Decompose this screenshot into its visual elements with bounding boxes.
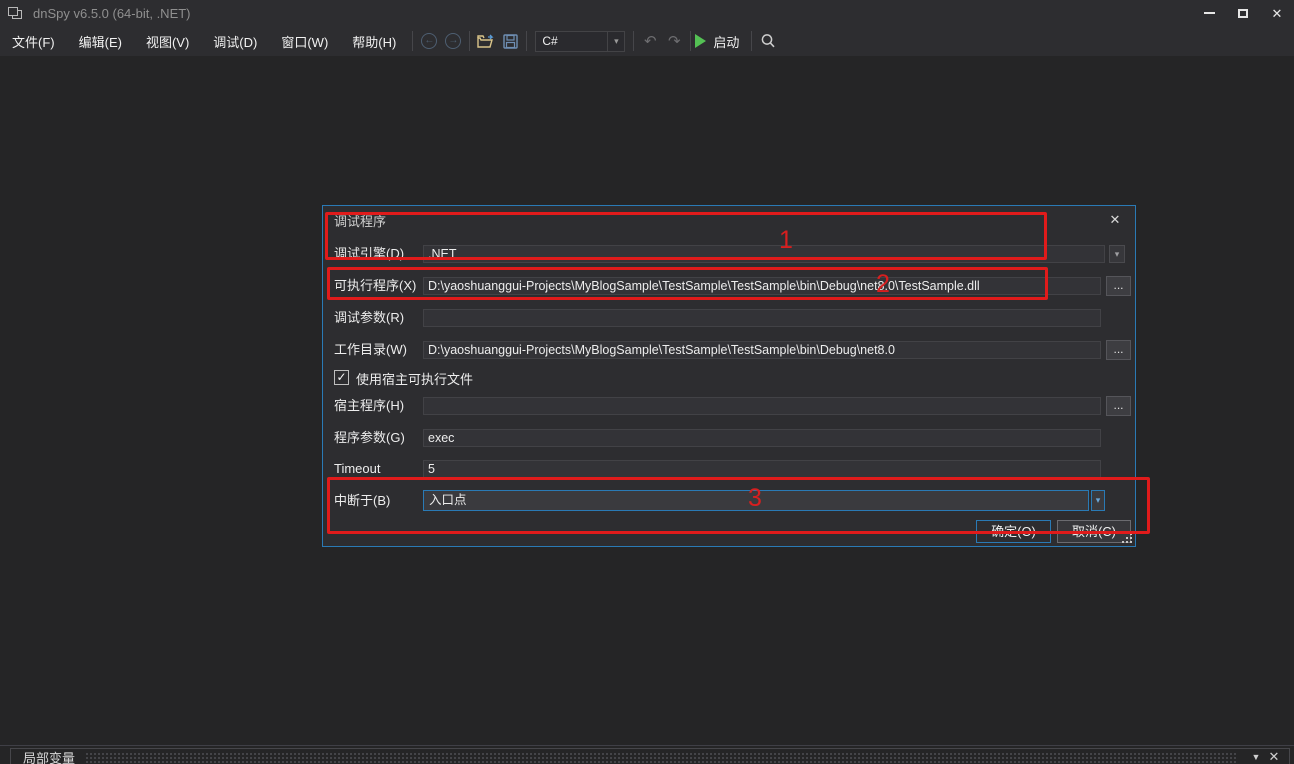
menu-window[interactable]: 窗口(W) [269, 27, 340, 56]
program-arguments-label: 程序参数(G) [334, 429, 405, 447]
annotation-rect-2 [327, 267, 1048, 300]
save-icon [503, 34, 518, 49]
toolbar-separator [412, 31, 413, 51]
menu-help[interactable]: 帮助(H) [340, 27, 408, 56]
title-bar: dnSpy v6.5.0 (64-bit, .NET) ✕ [0, 0, 1294, 26]
host-program-browse-button[interactable]: ... [1106, 396, 1131, 416]
toolbar-separator [690, 31, 691, 51]
working-directory-label: 工作目录(W) [334, 341, 407, 359]
maximize-icon [1238, 9, 1248, 18]
panel-menu-button[interactable]: ▼ [1247, 752, 1265, 762]
open-file-button[interactable] [474, 29, 498, 53]
start-debugging-button[interactable]: 启动 [695, 32, 747, 51]
minimize-icon [1204, 12, 1215, 14]
host-program-label: 宿主程序(H) [334, 397, 404, 415]
working-directory-input[interactable]: D:\yaoshuanggui-Projects\MyBlogSample\Te… [423, 341, 1101, 359]
open-folder-icon [477, 34, 495, 49]
annotation-rect-1 [325, 212, 1047, 260]
language-combobox-value: C# [536, 34, 607, 48]
menu-toolbar: 文件(F) 编辑(E) 视图(V) 调试(D) 窗口(W) 帮助(H) ← → [0, 26, 1294, 56]
debug-arguments-input[interactable] [423, 309, 1101, 327]
panel-drag-texture [85, 752, 1237, 763]
toolbar-separator [526, 31, 527, 51]
executable-browse-button[interactable]: ... [1106, 276, 1131, 296]
back-icon: ← [421, 33, 437, 49]
toolbar-separator [633, 31, 634, 51]
menu-debug[interactable]: 调试(D) [201, 27, 269, 56]
chevron-down-icon[interactable]: ▾ [1109, 245, 1125, 263]
working-directory-browse-button[interactable]: ... [1106, 340, 1131, 360]
window-title: dnSpy v6.5.0 (64-bit, .NET) [33, 6, 191, 21]
host-program-input[interactable] [423, 397, 1101, 415]
maximize-button[interactable] [1226, 0, 1260, 26]
start-button-label: 启动 [713, 32, 739, 51]
navigate-back-button[interactable]: ← [417, 29, 441, 53]
use-host-executable-checkbox[interactable]: ✓ [334, 370, 349, 385]
redo-icon: ↷ [668, 34, 681, 49]
close-icon: ✕ [1272, 7, 1283, 20]
close-icon: ✕ [1110, 212, 1121, 227]
search-icon [760, 33, 776, 49]
save-button[interactable] [498, 29, 522, 53]
dnspy-logo-icon [8, 7, 23, 20]
timeout-input[interactable]: 5 [423, 460, 1101, 478]
annotation-number-1: 1 [779, 226, 793, 255]
debug-arguments-label: 调试参数(R) [334, 309, 404, 327]
annotation-number-2: 2 [876, 270, 890, 299]
chevron-down-icon: ▼ [1252, 752, 1261, 762]
toolbar-separator [751, 31, 752, 51]
panel-close-button[interactable]: ✕ [1265, 749, 1283, 764]
play-icon [695, 34, 706, 48]
locals-panel: 局部变量 ▼ ✕ [0, 745, 1294, 764]
search-button[interactable] [756, 29, 780, 53]
locals-panel-header[interactable]: 局部变量 ▼ ✕ [10, 748, 1290, 764]
annotation-number-3: 3 [748, 484, 762, 513]
minimize-button[interactable] [1192, 0, 1226, 26]
navigate-forward-button[interactable]: → [441, 29, 465, 53]
dialog-close-button[interactable]: ✕ [1105, 211, 1125, 229]
timeout-label: Timeout [334, 460, 380, 478]
redo-button[interactable]: ↷ [662, 29, 686, 53]
undo-button[interactable]: ↶ [638, 29, 662, 53]
undo-icon: ↶ [644, 34, 657, 49]
close-icon: ✕ [1269, 749, 1280, 764]
locals-panel-title: 局部变量 [23, 748, 75, 764]
chevron-down-icon: ▾ [607, 32, 624, 51]
program-arguments-input[interactable]: exec [423, 429, 1101, 447]
language-combobox[interactable]: C# ▾ [535, 31, 625, 52]
close-button[interactable]: ✕ [1260, 0, 1294, 26]
menu-file[interactable]: 文件(F) [0, 27, 67, 56]
check-icon: ✓ [336, 370, 346, 384]
annotation-rect-3 [327, 477, 1150, 534]
forward-icon: → [445, 33, 461, 49]
use-host-executable-label: 使用宿主可执行文件 [356, 369, 473, 388]
toolbar-separator [469, 31, 470, 51]
menu-edit[interactable]: 编辑(E) [67, 27, 134, 56]
menu-view[interactable]: 视图(V) [134, 27, 201, 56]
